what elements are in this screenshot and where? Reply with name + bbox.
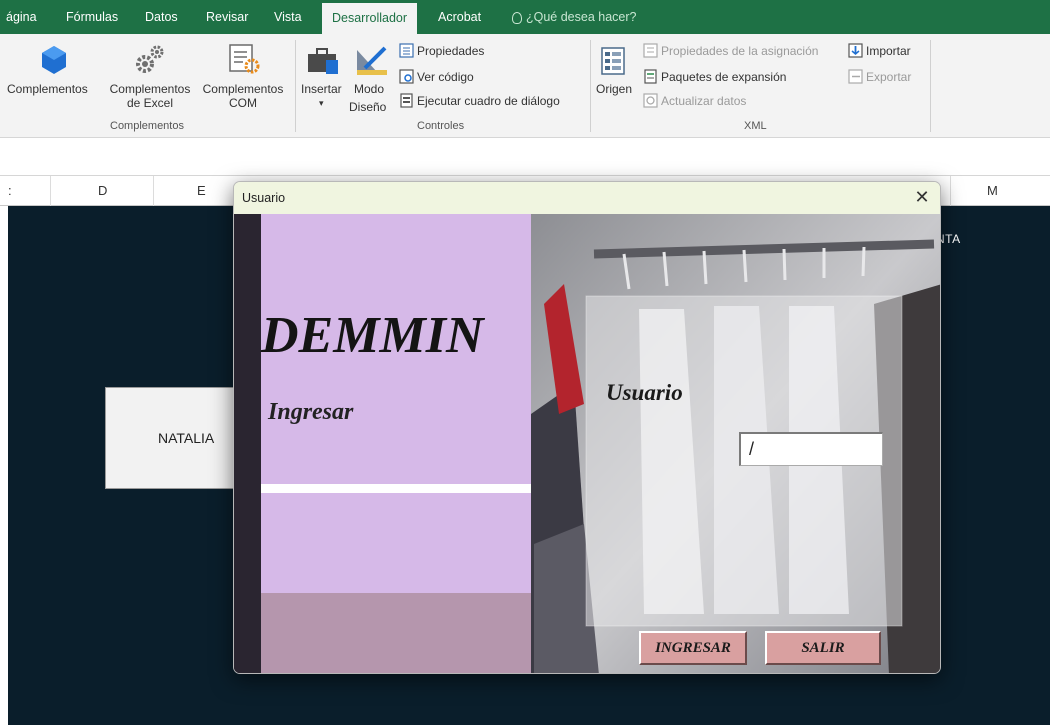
complementos-excel-button[interactable]: Complementos de Excel xyxy=(101,82,199,110)
column-divider[interactable] xyxy=(950,176,951,206)
gears-icon[interactable] xyxy=(133,42,167,76)
properties-icon xyxy=(399,43,414,58)
propiedades-button[interactable]: Propiedades xyxy=(417,44,484,58)
ver-codigo-button[interactable]: Ver código xyxy=(417,70,474,84)
panel-divider xyxy=(261,484,531,493)
usuario-label: Usuario xyxy=(606,380,683,405)
expansion-packs-icon xyxy=(644,69,657,84)
com-addins-icon[interactable] xyxy=(227,42,261,76)
brand-panel-footer xyxy=(261,593,531,673)
complementos-com-button[interactable]: Complementos COM xyxy=(196,82,290,110)
complementos-excel-line1: Complementos xyxy=(109,82,191,96)
row-header-strip xyxy=(0,206,8,725)
ribbon-tab-bar: ágina Fórmulas Datos Revisar Vista Desar… xyxy=(0,0,1050,34)
xml-source-icon[interactable] xyxy=(600,46,626,76)
modo-line1: Modo xyxy=(354,82,385,96)
chevron-down-icon[interactable]: ▾ xyxy=(319,98,324,109)
usuario-dialog: Usuario ✕ DEMMIN Ingresar Usuario / INGR… xyxy=(233,181,941,674)
paquetes-expansion-button[interactable]: Paquetes de expansión xyxy=(661,70,786,84)
usuario-input[interactable] xyxy=(739,432,883,466)
dialog-title-bar[interactable]: Usuario ✕ xyxy=(234,182,940,214)
brand-title: DEMMIN xyxy=(261,307,484,364)
ribbon: Complementos Complementos de Excel Compl… xyxy=(0,34,1050,138)
modo-diseno-line2[interactable]: Diseño xyxy=(349,100,386,114)
toolbox-icon[interactable] xyxy=(306,46,342,76)
column-header-m[interactable]: M xyxy=(987,183,998,198)
column-divider[interactable] xyxy=(153,176,154,206)
origen-button[interactable]: Origen xyxy=(596,82,632,96)
dialog-title: Usuario xyxy=(242,191,286,205)
tab-pagina[interactable]: ágina xyxy=(6,0,37,34)
column-divider[interactable] xyxy=(50,176,51,206)
tab-desarrollador[interactable]: Desarrollador xyxy=(322,0,418,34)
ejecutar-dialogo-button[interactable]: Ejecutar cuadro de diálogo xyxy=(417,94,560,108)
importar-button[interactable]: Importar xyxy=(866,44,911,58)
tab-vista[interactable]: Vista xyxy=(274,0,302,34)
tab-datos[interactable]: Datos xyxy=(145,0,178,34)
tell-me-text: ¿Qué desea hacer? xyxy=(526,10,637,24)
salir-button[interactable]: SALIR xyxy=(765,631,881,665)
cell-shape-text: NATALIA xyxy=(158,430,215,446)
group-separator xyxy=(295,40,296,132)
complementos-button[interactable]: Complementos xyxy=(7,82,88,96)
insertar-button[interactable]: Insertar xyxy=(301,82,342,96)
tab-formulas[interactable]: Fórmulas xyxy=(66,0,118,34)
propiedades-asignacion-button[interactable]: Propiedades de la asignación xyxy=(661,44,818,58)
complementos-excel-line2: de Excel xyxy=(126,96,174,110)
group-label-controles: Controles xyxy=(417,120,465,132)
tell-me-search[interactable]: ¿Qué desea hacer? xyxy=(512,0,637,34)
group-separator xyxy=(930,40,931,132)
modo-diseno-button[interactable]: Modo xyxy=(354,82,384,96)
brand-panel-lower xyxy=(261,493,531,593)
close-icon[interactable]: ✕ xyxy=(902,182,940,214)
view-code-icon xyxy=(399,69,414,84)
refresh-data-icon xyxy=(643,93,658,108)
group-label-xml: XML xyxy=(744,120,767,132)
group-separator xyxy=(590,40,591,132)
column-header-d[interactable]: D xyxy=(98,183,107,198)
group-label-complementos: Complementos xyxy=(110,120,184,132)
store-addins-icon[interactable] xyxy=(38,44,70,76)
column-header[interactable]: : xyxy=(8,183,12,198)
map-properties-icon xyxy=(643,43,658,58)
complementos-com-line2: COM xyxy=(229,96,257,110)
import-icon xyxy=(848,43,863,58)
formula-bar[interactable] xyxy=(0,138,1050,176)
ingresar-button[interactable]: INGRESAR xyxy=(639,631,747,665)
ingresar-heading: Ingresar xyxy=(268,399,354,425)
tab-acrobat[interactable]: Acrobat xyxy=(438,0,481,34)
design-mode-icon[interactable] xyxy=(353,44,389,76)
complementos-com-line1: Complementos xyxy=(202,82,284,96)
export-icon xyxy=(848,69,863,84)
lightbulb-icon xyxy=(512,11,522,24)
actualizar-datos-button[interactable]: Actualizar datos xyxy=(661,94,746,108)
dialog-content: DEMMIN Ingresar Usuario INGRESAR SALIR xyxy=(234,214,940,673)
column-header-e[interactable]: E xyxy=(197,183,206,198)
run-dialog-icon xyxy=(400,93,413,108)
tab-revisar[interactable]: Revisar xyxy=(206,0,248,34)
exportar-button[interactable]: Exportar xyxy=(866,70,911,84)
